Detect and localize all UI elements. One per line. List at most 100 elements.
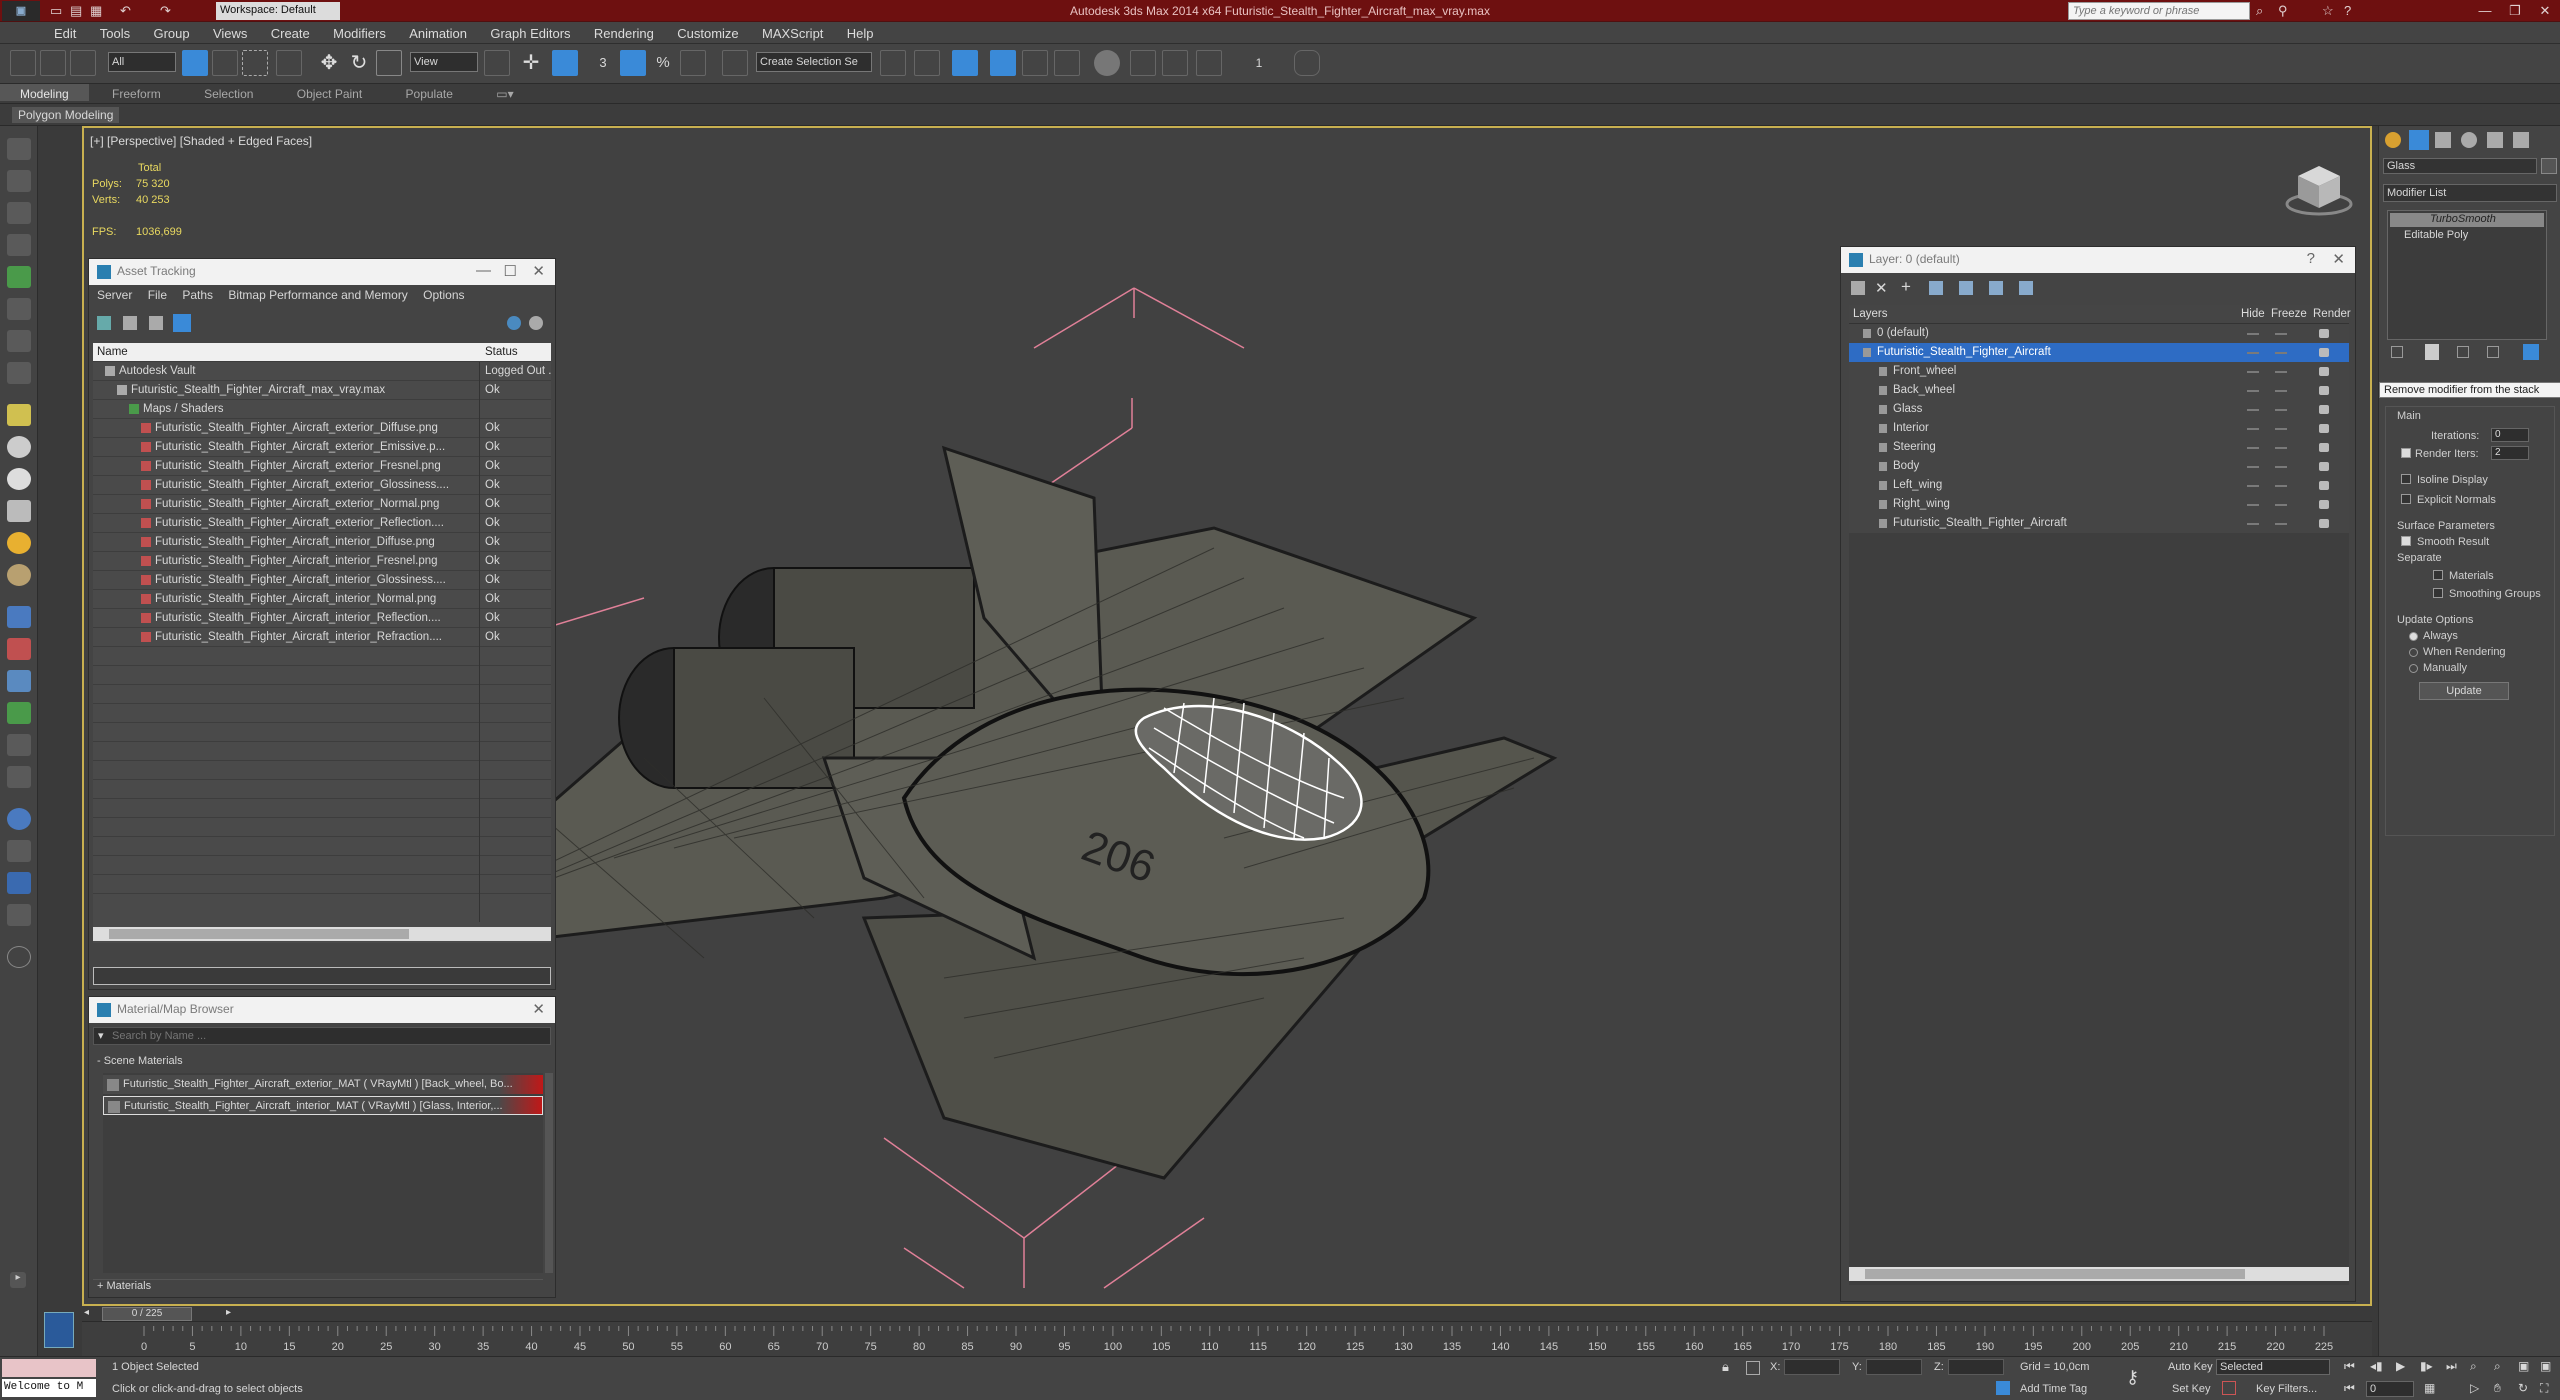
- freeze-toggle[interactable]: [2275, 485, 2287, 487]
- materials-checkbox[interactable]: [2433, 570, 2443, 580]
- object-name-field[interactable]: Glass: [2383, 158, 2537, 174]
- layer-horizontal-scrollbar[interactable]: [1849, 1267, 2349, 1281]
- aircraft-model[interactable]: 206: [344, 198, 1904, 1308]
- when-rendering-radio[interactable]: [2409, 648, 2418, 657]
- edit-named-selection-icon[interactable]: [722, 50, 748, 76]
- menu-options[interactable]: Options: [417, 285, 470, 305]
- layer-row[interactable]: Steering: [1849, 438, 2349, 457]
- pivot-center-icon[interactable]: [484, 50, 510, 76]
- key-filter-icon[interactable]: [2222, 1381, 2236, 1395]
- material-browser-titlebar[interactable]: Material/Map Browser ✕: [89, 997, 555, 1023]
- menu-animation[interactable]: Animation: [399, 22, 477, 41]
- asset-row[interactable]: Futuristic_Stealth_Fighter_Aircraft_max_…: [93, 381, 551, 400]
- help-side-icon[interactable]: [7, 946, 31, 968]
- menu-bitmap-performance[interactable]: Bitmap Performance and Memory: [222, 285, 413, 305]
- viewport-label[interactable]: [+] [Perspective] [Shaded + Edged Faces]: [90, 134, 312, 148]
- search-input[interactable]: [2069, 3, 2249, 19]
- layer-row[interactable]: Glass: [1849, 400, 2349, 419]
- update-button[interactable]: Update: [2419, 682, 2509, 700]
- render-teapot-icon[interactable]: [2319, 443, 2329, 452]
- angle-snap-icon[interactable]: [620, 50, 646, 76]
- object-icon[interactable]: [1879, 519, 1887, 528]
- object-color-swatch[interactable]: [2541, 158, 2557, 174]
- layer-row[interactable]: Left_wing: [1849, 476, 2349, 495]
- menu-group[interactable]: Group: [143, 22, 199, 41]
- make-unique-icon[interactable]: [2457, 346, 2469, 358]
- maximize-viewport-icon[interactable]: ⛶: [2540, 1381, 2548, 1396]
- layer-row[interactable]: Body: [1849, 457, 2349, 476]
- box-icon[interactable]: [7, 170, 31, 192]
- column-status-header[interactable]: Status: [485, 346, 518, 358]
- layer-row[interactable]: Futuristic_Stealth_Fighter_Aircraft: [1849, 514, 2349, 533]
- plane-icon[interactable]: [7, 202, 31, 224]
- hide-toggle[interactable]: [2247, 428, 2259, 430]
- asset-row[interactable]: Futuristic_Stealth_Fighter_Aircraft_inte…: [93, 628, 551, 647]
- close-icon[interactable]: ✕: [532, 1000, 545, 1018]
- cloth-icon[interactable]: [7, 670, 31, 692]
- previous-frame-icon[interactable]: ◂▮: [2370, 1359, 2383, 1373]
- pin-stack-icon[interactable]: [2391, 346, 2403, 358]
- go-to-start-icon[interactable]: ⏮: [2344, 1359, 2355, 1374]
- material-search-box[interactable]: ▾: [93, 1027, 551, 1045]
- maximize-icon[interactable]: ☐: [504, 262, 517, 280]
- hide-toggle[interactable]: [2247, 390, 2259, 392]
- menu-customize[interactable]: Customize: [667, 22, 748, 41]
- zoom-extents-all-icon[interactable]: ▣: [2540, 1359, 2551, 1373]
- cylinder-icon[interactable]: [7, 234, 31, 256]
- asset-row[interactable]: Futuristic_Stealth_Fighter_Aircraft_inte…: [93, 609, 551, 628]
- align-icon[interactable]: [914, 50, 940, 76]
- maxscript-listener[interactable]: [2, 1359, 96, 1377]
- utility-icon[interactable]: [7, 904, 31, 926]
- mini-curve-editor-icon[interactable]: [44, 1312, 74, 1348]
- schematic-view-icon[interactable]: [1054, 50, 1080, 76]
- binoculars-icon[interactable]: ⚲: [2278, 2, 2288, 20]
- modify-tab-icon[interactable]: [2409, 130, 2429, 150]
- explicit-normals-checkbox[interactable]: [2401, 494, 2411, 504]
- menu-create[interactable]: Create: [261, 22, 320, 41]
- camera-icon[interactable]: [7, 362, 31, 384]
- asset-row[interactable]: Futuristic_Stealth_Fighter_Aircraft_exte…: [93, 457, 551, 476]
- tab-populate[interactable]: Populate: [386, 84, 473, 101]
- render-teapot-icon[interactable]: [2319, 405, 2329, 414]
- hierarchy-tab-icon[interactable]: [2435, 132, 2451, 148]
- bone-icon[interactable]: [7, 298, 31, 320]
- refresh-icon[interactable]: [97, 316, 111, 330]
- smoothing-groups-checkbox[interactable]: [2433, 588, 2443, 598]
- menu-modifiers[interactable]: Modifiers: [323, 22, 396, 41]
- pan-icon[interactable]: ✋︎: [2494, 1381, 2501, 1396]
- select-layer-icon[interactable]: [1959, 281, 1973, 295]
- material-editor-icon[interactable]: [1094, 50, 1120, 76]
- column-layers[interactable]: Layers: [1853, 308, 1888, 320]
- object-icon[interactable]: [1879, 462, 1887, 471]
- globe-icon[interactable]: [7, 808, 31, 830]
- select-manipulate-icon[interactable]: ✛: [518, 50, 544, 76]
- close-icon[interactable]: ✕: [2332, 250, 2345, 268]
- set-key-button[interactable]: Set Key: [2172, 1383, 2211, 1395]
- x-coordinate-field[interactable]: [1784, 1359, 1840, 1375]
- menu-maxscript[interactable]: MAXScript: [752, 22, 833, 41]
- hide-all-icon[interactable]: [2019, 281, 2033, 295]
- freeze-toggle[interactable]: [2275, 428, 2287, 430]
- asset-path-field[interactable]: [93, 967, 551, 985]
- add-to-layer-icon[interactable]: [1929, 281, 1943, 295]
- layer-icon[interactable]: [1863, 348, 1871, 357]
- layer-row[interactable]: Futuristic_Stealth_Fighter_Aircraft: [1849, 343, 2349, 362]
- spinner-snap-icon[interactable]: [680, 50, 706, 76]
- freeze-toggle[interactable]: [2275, 447, 2287, 449]
- object-icon[interactable]: [1879, 481, 1887, 490]
- create-geometry-icon[interactable]: [7, 138, 31, 160]
- star-icon[interactable]: ☆: [2322, 2, 2334, 20]
- stack-item-turbosmooth[interactable]: TurboSmooth: [2390, 213, 2544, 227]
- display-tab-icon[interactable]: [2487, 132, 2503, 148]
- hide-toggle[interactable]: [2247, 409, 2259, 411]
- layer-row[interactable]: 0 (default): [1849, 324, 2349, 343]
- render-teapot-icon[interactable]: [2319, 424, 2329, 433]
- curve-editor-icon[interactable]: [1022, 50, 1048, 76]
- column-name-header[interactable]: Name: [97, 346, 128, 358]
- add-time-tag-icon[interactable]: [1996, 1381, 2010, 1395]
- column-hide[interactable]: Hide: [2241, 308, 2265, 320]
- selection-filter-dropdown[interactable]: All: [108, 52, 176, 72]
- asset-tracking-titlebar[interactable]: Asset Tracking — ☐ ✕: [89, 259, 555, 285]
- cone-icon[interactable]: [7, 500, 31, 522]
- ball-icon[interactable]: [7, 564, 31, 586]
